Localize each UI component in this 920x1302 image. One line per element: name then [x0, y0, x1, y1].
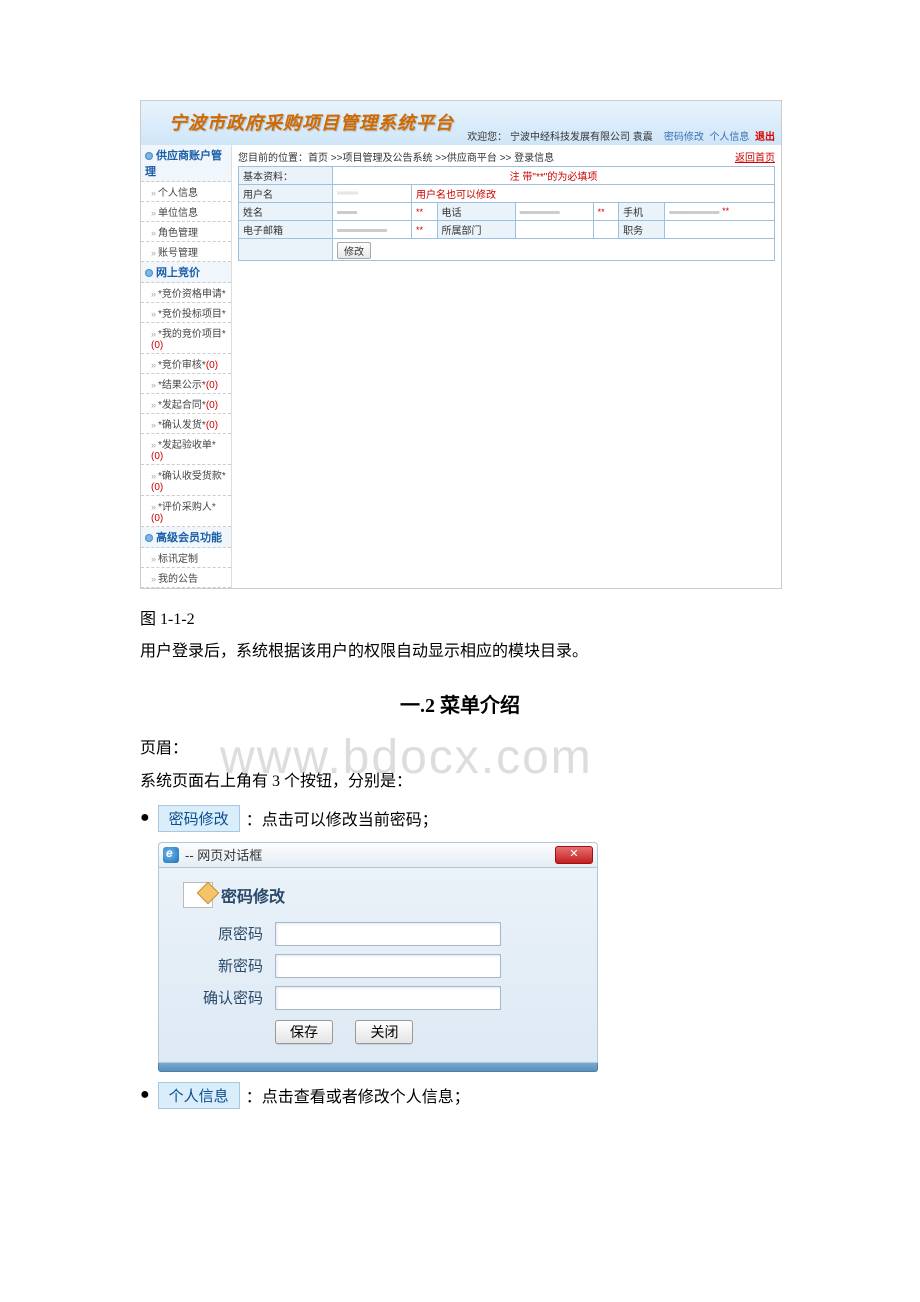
post-value: [665, 221, 775, 239]
section-label: 基本资料：: [239, 167, 333, 185]
sidebar-item[interactable]: 单位信息: [141, 202, 231, 222]
sidebar-group-account: 供应商账户管理: [141, 145, 231, 182]
sidebar-group-premium: 高级会员功能: [141, 527, 231, 548]
profile-tag: 个人信息: [158, 1082, 240, 1109]
system-title: 宁波市政府采购项目管理系统平台: [169, 103, 454, 135]
sidebar-item[interactable]: 我的公告: [141, 568, 231, 588]
header-right: 欢迎您： 宁波中经科技发展有限公司 袁震 密码修改 个人信息 退出: [467, 128, 775, 143]
required-note: 注 带"**"的为必填项: [333, 167, 775, 185]
new-password-input[interactable]: [275, 954, 501, 978]
sidebar-item[interactable]: 个人信息: [141, 182, 231, 202]
sidebar: 供应商账户管理 个人信息 单位信息 角色管理 账号管理 网上竞价 *竞价资格申请…: [141, 145, 232, 588]
edit-icon: [183, 882, 213, 908]
close-button[interactable]: 关闭: [355, 1020, 413, 1044]
sidebar-group-bid: 网上竞价: [141, 262, 231, 283]
label-dept: 所属部门: [437, 221, 515, 239]
sidebar-item[interactable]: *竞价审核*(0): [141, 354, 231, 374]
bullet-dot-icon: ●: [140, 1086, 150, 1104]
welcome-prefix: 欢迎您：: [467, 132, 507, 143]
required-mark: **: [593, 203, 619, 221]
dialog-body: 密码修改 原密码 新密码 确认密码 保存 关闭: [158, 867, 598, 1063]
dialog-title-text: -- 网页对话框: [185, 845, 262, 864]
phone-value: ▬▬▬▬: [520, 206, 560, 217]
basic-info-table: 基本资料： 注 带"**"的为必填项 用户名 ═══ 用户名也可以修改 姓名 ▬…: [238, 166, 775, 261]
sidebar-item[interactable]: *发起验收单*(0): [141, 434, 231, 465]
sidebar-item[interactable]: 标讯定制: [141, 548, 231, 568]
label-username: 用户名: [239, 185, 333, 203]
dialog-titlebar: -- 网页对话框 ✕: [158, 842, 598, 867]
label-mobile: 手机: [619, 203, 665, 221]
app-header: 宁波市政府采购项目管理系统平台 欢迎您： 宁波中经科技发展有限公司 袁震 密码修…: [141, 101, 781, 145]
label-name: 姓名: [239, 203, 333, 221]
sidebar-item[interactable]: 角色管理: [141, 222, 231, 242]
confirm-password-input[interactable]: [275, 986, 501, 1010]
form-row-confirm-password: 确认密码: [183, 986, 573, 1010]
bullet-text: ：点击查看或者修改个人信息；: [246, 1083, 470, 1107]
sidebar-item[interactable]: *确认发货*(0): [141, 414, 231, 434]
label-post: 职务: [619, 221, 665, 239]
required-mark: **: [412, 203, 438, 221]
save-button[interactable]: 保存: [275, 1020, 333, 1044]
sidebar-item[interactable]: *发起合同*(0): [141, 394, 231, 414]
email-value: ▬▬▬▬▬: [337, 224, 387, 235]
sidebar-item[interactable]: *竞价投标项目*: [141, 303, 231, 323]
welcome-user: 宁波中经科技发展有限公司 袁震: [510, 132, 653, 143]
form-row-new-password: 新密码: [183, 954, 573, 978]
bullet-dot-icon: ●: [140, 809, 150, 827]
return-home-link[interactable]: 返回首页: [735, 149, 775, 164]
dialog-close-button[interactable]: ✕: [555, 846, 593, 864]
dialog-heading: 密码修改: [183, 882, 573, 908]
form-row-old-password: 原密码: [183, 922, 573, 946]
paragraph: 页眉：: [140, 736, 780, 762]
mobile-value: ▬▬▬▬▬: [669, 206, 719, 217]
required-mark: **: [412, 221, 438, 239]
sidebar-item[interactable]: 账号管理: [141, 242, 231, 262]
bullet-item: ● 个人信息 ：点击查看或者修改个人信息；: [140, 1082, 780, 1109]
breadcrumb: 您目前的位置：首页 >>项目管理及公告系统 >>供应商平台 >> 登录信息: [238, 149, 775, 164]
paragraph: 系统页面右上角有 3 个按钮，分别是：: [140, 769, 780, 795]
old-password-input[interactable]: [275, 922, 501, 946]
link-profile[interactable]: 个人信息: [709, 132, 749, 143]
link-password[interactable]: 密码修改: [664, 132, 704, 143]
password-dialog: -- 网页对话框 ✕ 密码修改 原密码 新密码 确认密码 保存 关闭: [158, 842, 598, 1072]
label-old-password: 原密码: [183, 923, 263, 944]
dialog-footer-bar: [158, 1063, 598, 1072]
dept-value: [515, 221, 593, 239]
sidebar-item[interactable]: *确认收受货款*(0): [141, 465, 231, 496]
section-heading: 一.2 菜单介绍: [140, 689, 780, 718]
sidebar-item[interactable]: *我的竞价项目*(0): [141, 323, 231, 354]
bullet-text: ：点击可以修改当前密码；: [246, 806, 438, 830]
label-new-password: 新密码: [183, 955, 263, 976]
username-value: ═══: [337, 188, 358, 199]
sidebar-item[interactable]: *评价采购人*(0): [141, 496, 231, 527]
modify-button[interactable]: 修改: [337, 242, 371, 259]
username-note: 用户名也可以修改: [412, 185, 775, 203]
main-panel: 返回首页 您目前的位置：首页 >>项目管理及公告系统 >>供应商平台 >> 登录…: [232, 145, 781, 588]
sidebar-item[interactable]: *竞价资格申请*: [141, 283, 231, 303]
ie-icon: [163, 847, 179, 863]
bullet-item: ● 密码修改 ：点击可以修改当前密码；: [140, 805, 780, 832]
label-phone: 电话: [437, 203, 515, 221]
link-exit[interactable]: 退出: [755, 132, 775, 143]
label-confirm-password: 确认密码: [183, 987, 263, 1008]
label-email: 电子邮箱: [239, 221, 333, 239]
password-change-tag: 密码修改: [158, 805, 240, 832]
paragraph: 用户登录后，系统根据该用户的权限自动显示相应的模块目录。: [140, 639, 780, 665]
figure-caption: 图 1-1-2: [140, 605, 780, 629]
name-value: ▬▬: [337, 206, 357, 217]
sidebar-item[interactable]: *结果公示*(0): [141, 374, 231, 394]
app-screenshot: 宁波市政府采购项目管理系统平台 欢迎您： 宁波中经科技发展有限公司 袁震 密码修…: [140, 100, 782, 589]
